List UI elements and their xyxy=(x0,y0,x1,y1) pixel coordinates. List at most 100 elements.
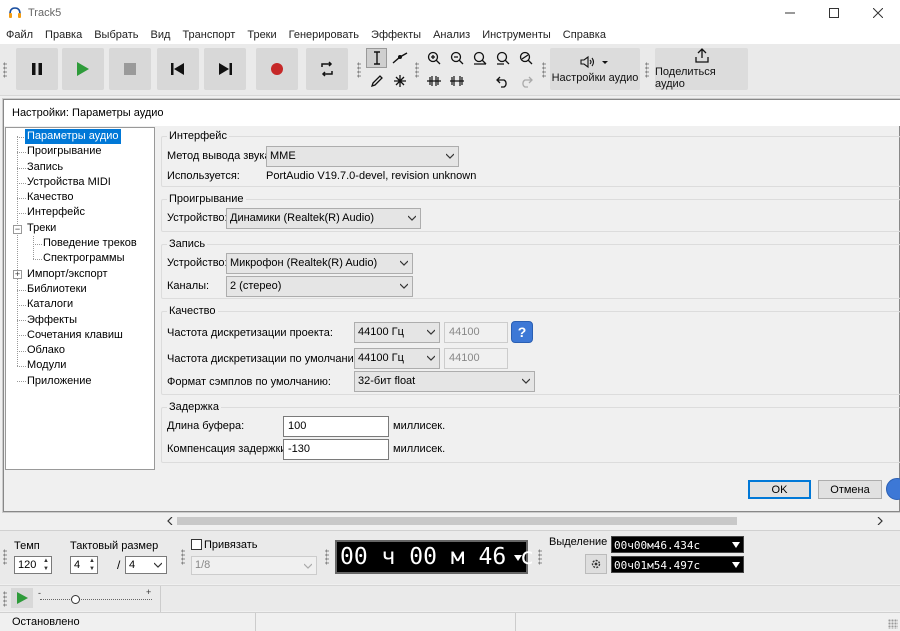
tree-item-interface[interactable]: Интерфейс xyxy=(25,205,87,220)
help-button[interactable]: ? xyxy=(511,321,533,343)
sample-format-select[interactable]: 32-бит float xyxy=(354,371,535,392)
buffer-length-input[interactable]: 100 xyxy=(283,416,389,437)
scroll-left-icon[interactable] xyxy=(166,517,174,525)
menu-generate[interactable]: Генерировать xyxy=(283,29,365,41)
horizontal-scrollbar[interactable] xyxy=(165,514,900,528)
tree-item-import-export[interactable]: Импорт/экспорт xyxy=(25,267,110,282)
envelope-tool-button[interactable] xyxy=(389,48,410,68)
tree-item-spectrograms[interactable]: Спектрограммы xyxy=(41,251,127,266)
redo-button[interactable] xyxy=(515,71,536,91)
time-signature-numerator[interactable]: 4 ▲ ▼ xyxy=(70,556,98,574)
multi-tool-button[interactable] xyxy=(389,71,410,91)
edit-grip[interactable] xyxy=(415,62,419,78)
menu-edit[interactable]: Правка xyxy=(39,29,88,41)
time-grip[interactable] xyxy=(325,549,329,565)
tree-item-application[interactable]: Приложение xyxy=(25,374,94,389)
chevron-down-icon xyxy=(400,260,408,266)
play-speed-grip[interactable] xyxy=(3,591,7,607)
record-button[interactable] xyxy=(256,48,298,90)
undo-button[interactable] xyxy=(492,71,513,91)
tree-item-libraries[interactable]: Библиотеки xyxy=(25,282,89,297)
tree-item-shortcuts[interactable]: Сочетания клавиш xyxy=(25,328,125,343)
time-signature-denominator[interactable]: 4 xyxy=(125,556,167,574)
project-rate-select[interactable]: 44100 Гц xyxy=(354,322,440,343)
menu-transport[interactable]: Транспорт xyxy=(176,29,241,41)
tree-item-effects[interactable]: Эффекты xyxy=(25,313,79,328)
selection-grip[interactable] xyxy=(538,549,542,565)
expand-tracks-icon[interactable]: − xyxy=(13,225,22,234)
menu-effects[interactable]: Эффекты xyxy=(365,29,427,41)
spin-arrows-icon[interactable]: ▲ ▼ xyxy=(41,557,51,573)
menu-help[interactable]: Справка xyxy=(557,29,612,41)
menu-select[interactable]: Выбрать xyxy=(88,29,144,41)
tree-item-modules[interactable]: Модули xyxy=(25,358,68,373)
tools-grip[interactable] xyxy=(357,62,361,78)
selection-end-time[interactable]: 00ч01м54.497с xyxy=(611,556,744,573)
selection-start-time[interactable]: 00ч00м46.434с xyxy=(611,536,744,553)
menu-tools[interactable]: Инструменты xyxy=(476,29,557,41)
latency-comp-input[interactable]: -130 xyxy=(283,439,389,460)
zoom-out-button[interactable] xyxy=(446,48,467,68)
skip-to-start-button[interactable] xyxy=(157,48,199,90)
speed-slider-thumb[interactable] xyxy=(71,595,80,604)
play-at-speed-button[interactable] xyxy=(11,588,33,608)
tempo-input[interactable]: 120 ▲ ▼ xyxy=(14,556,52,574)
tree-item-recording[interactable]: Запись xyxy=(25,160,65,175)
selection-settings-button[interactable] xyxy=(585,554,607,574)
tree-item-cloud[interactable]: Облако xyxy=(25,343,67,358)
tree-item-midi-devices[interactable]: Устройства MIDI xyxy=(25,175,113,190)
loop-button[interactable] xyxy=(306,48,348,90)
tree-item-directories[interactable]: Каталоги xyxy=(25,297,75,312)
time-signature-grip[interactable] xyxy=(3,549,7,565)
audio-setup-grip[interactable] xyxy=(542,62,546,78)
dialog-help-button[interactable] xyxy=(886,478,900,501)
trim-outside-button[interactable] xyxy=(423,71,444,91)
tree-item-tracks-behaviors[interactable]: Поведение треков xyxy=(41,236,139,251)
share-grip[interactable] xyxy=(645,62,649,78)
menu-analyze[interactable]: Анализ xyxy=(427,29,476,41)
using-value: PortAudio V19.7.0-devel, revision unknow… xyxy=(266,170,477,182)
tree-item-audio-settings[interactable]: Параметры аудио xyxy=(24,128,122,145)
skip-to-end-button[interactable] xyxy=(204,48,246,90)
toolbar-grip[interactable] xyxy=(3,62,7,78)
resize-grip-icon[interactable] xyxy=(888,619,898,629)
expand-import-export-icon[interactable]: + xyxy=(13,270,22,279)
menu-file[interactable]: Файл xyxy=(0,29,39,41)
scroll-right-icon[interactable] xyxy=(876,517,884,525)
default-rate-select[interactable]: 44100 Гц xyxy=(354,348,440,369)
snap-grip[interactable] xyxy=(181,549,185,565)
stop-button[interactable] xyxy=(109,48,151,90)
scrollbar-thumb[interactable] xyxy=(177,517,737,525)
menu-view[interactable]: Вид xyxy=(145,29,177,41)
ok-button[interactable]: OK xyxy=(748,480,811,499)
share-audio-button[interactable]: Поделиться аудио xyxy=(655,48,748,90)
play-button[interactable] xyxy=(62,48,104,90)
spin-arrows-icon[interactable]: ▲ ▼ xyxy=(87,557,97,573)
menu-tracks[interactable]: Треки xyxy=(241,29,282,41)
playback-device-select[interactable]: Динамики (Realtek(R) Audio) xyxy=(226,208,421,229)
selection-tool-button[interactable] xyxy=(366,48,387,68)
zoom-in-button[interactable] xyxy=(423,48,444,68)
fit-selection-button[interactable] xyxy=(469,48,490,68)
help-icon: ? xyxy=(517,324,527,340)
minimize-button[interactable] xyxy=(768,0,812,26)
close-button[interactable] xyxy=(856,0,900,26)
tree-item-tracks[interactable]: Треки xyxy=(25,221,58,236)
time-display[interactable]: 00 ч 00 м 46 с xyxy=(335,540,534,574)
channels-select[interactable]: 2 (стерео) xyxy=(226,276,413,297)
cancel-button[interactable]: Отмена xyxy=(818,480,882,499)
gear-icon xyxy=(591,559,601,569)
recording-device-select[interactable]: Микрофон (Realtek(R) Audio) xyxy=(226,253,413,274)
draw-tool-button[interactable] xyxy=(366,71,387,91)
zoom-toggle-button[interactable] xyxy=(515,48,536,68)
pause-button[interactable] xyxy=(16,48,58,90)
host-select[interactable]: MME xyxy=(266,146,459,167)
tree-item-quality[interactable]: Качество xyxy=(25,190,76,205)
tree-item-playback[interactable]: Проигрывание xyxy=(25,144,104,159)
audio-settings-button[interactable]: Настройки аудио xyxy=(550,48,640,90)
fit-project-button[interactable] xyxy=(492,48,513,68)
snap-checkbox[interactable] xyxy=(191,539,202,550)
maximize-button[interactable] xyxy=(812,0,856,26)
silence-button[interactable] xyxy=(446,71,467,91)
speed-slider-track[interactable] xyxy=(40,599,152,600)
